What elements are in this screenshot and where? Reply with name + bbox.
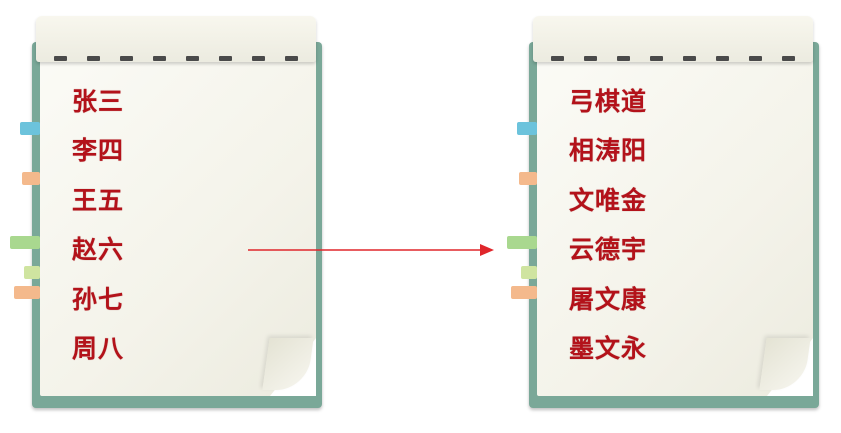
- notebook-tab: [14, 286, 40, 299]
- notebook-tab: [507, 236, 537, 249]
- name-item: 弓棋道: [569, 87, 648, 116]
- notebook-tab: [519, 172, 537, 185]
- name-item: 王五: [72, 185, 125, 215]
- name-item: 赵六: [72, 235, 125, 265]
- name-item: 李四: [72, 136, 125, 166]
- binding-holes: [54, 56, 298, 64]
- notebook-tab: [24, 266, 40, 279]
- notebook-tab: [20, 122, 40, 135]
- notebook-tab: [521, 266, 537, 279]
- name-item: 周八: [72, 333, 125, 363]
- name-list: 弓棋道 相涛阳 文唯金 云德宇 屠文康 墨文永: [569, 84, 769, 380]
- notebook-tab: [22, 172, 40, 185]
- name-item: 屠文康: [569, 284, 648, 314]
- name-item: 孙七: [72, 284, 125, 314]
- right-arrow-icon: [248, 244, 494, 256]
- name-item: 张三: [72, 87, 125, 116]
- name-list: 张三 李四 王五 赵六 孙七 周八: [72, 84, 272, 380]
- notebook-new-names: 弓棋道 相涛阳 文唯金 云德宇 屠文康 墨文永: [507, 0, 823, 420]
- name-item: 墨文永: [569, 333, 648, 363]
- notebook-original-names: 张三 李四 王五 赵六 孙七 周八: [10, 0, 326, 420]
- name-item: 云德宇: [569, 235, 648, 265]
- notebook-tab: [10, 236, 40, 249]
- binding-holes: [551, 56, 795, 64]
- name-item: 相涛阳: [569, 136, 648, 166]
- stage: 张三 李四 王五 赵六 孙七 周八 弓棋道 相涛阳 文唯金 云德宇 屠文康 墨文…: [0, 0, 841, 433]
- notebook-tab: [517, 122, 537, 135]
- notebook-tab: [511, 286, 537, 299]
- name-item: 文唯金: [569, 185, 648, 215]
